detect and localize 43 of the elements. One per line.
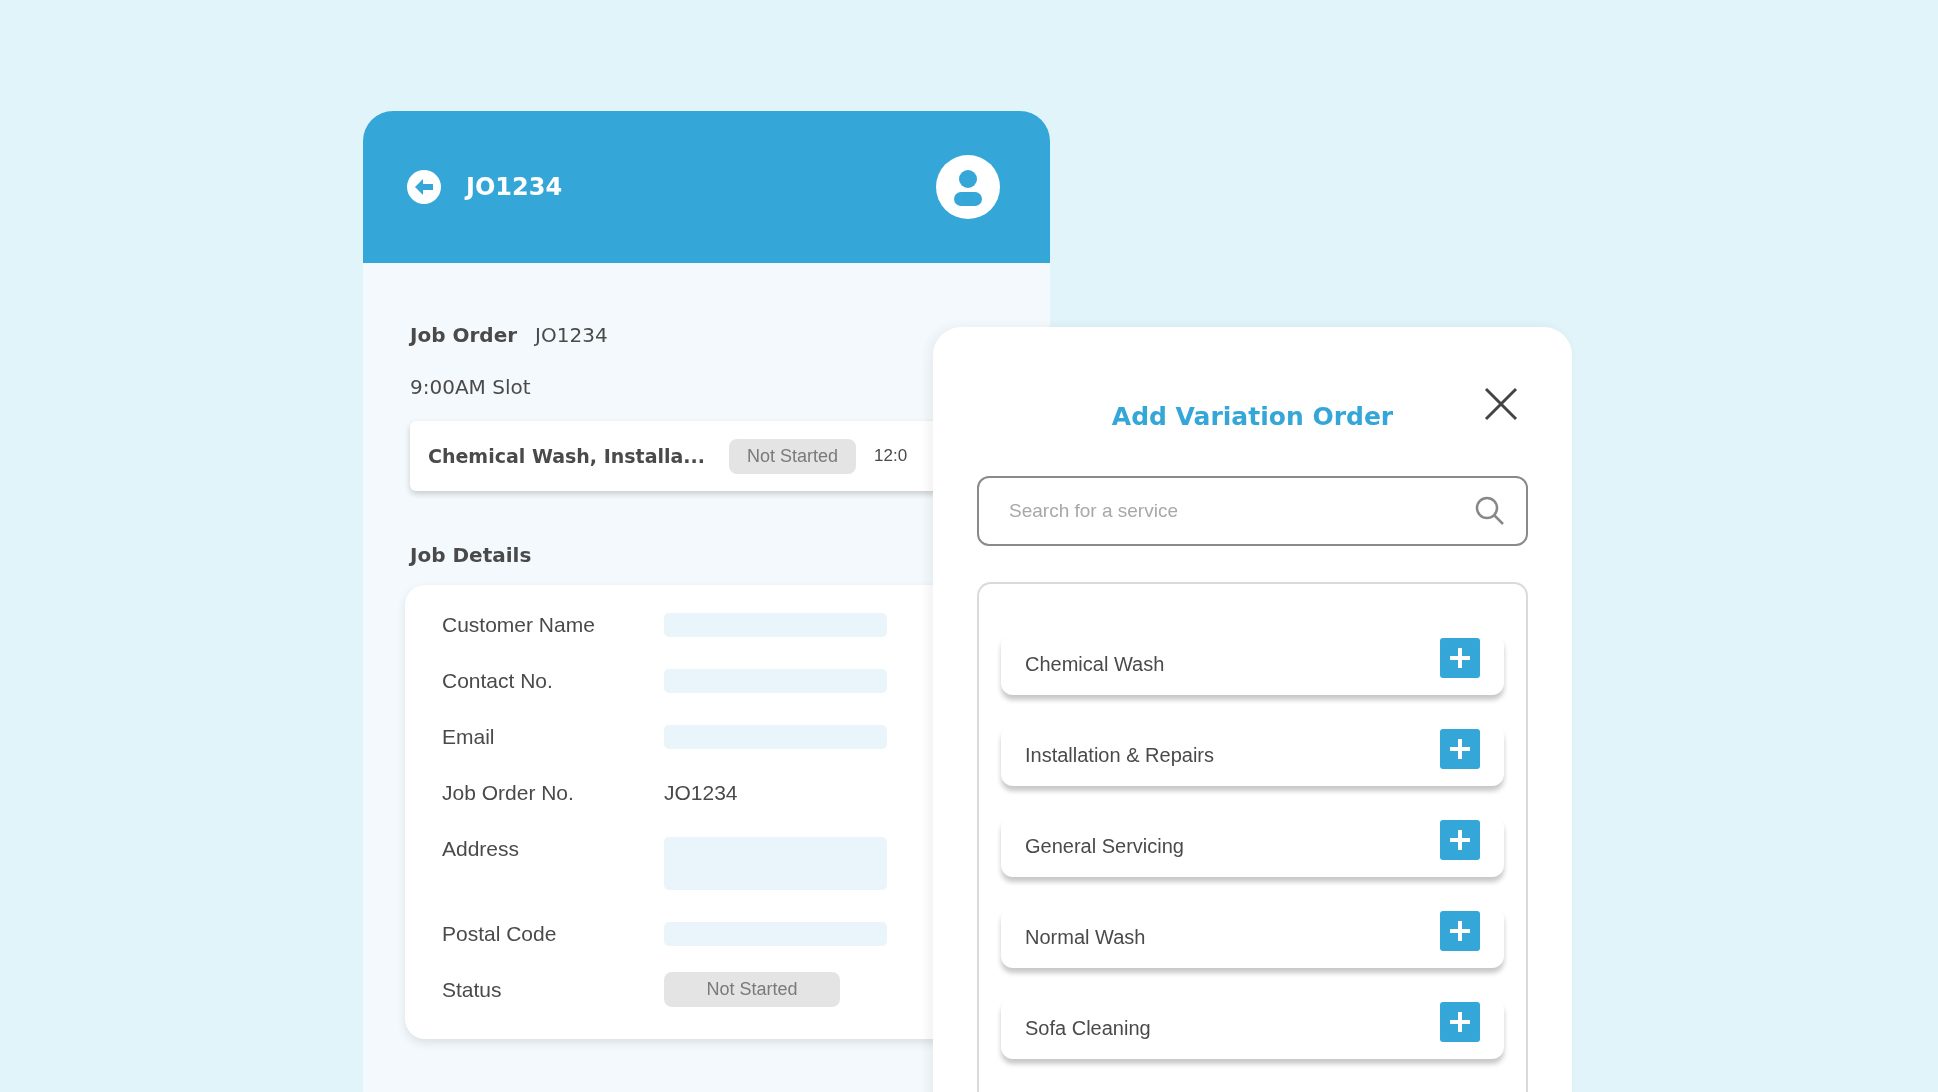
plus-icon bbox=[1448, 918, 1472, 943]
job-order-value: JO1234 bbox=[535, 323, 608, 347]
field-label: Email bbox=[442, 725, 496, 749]
field-label: Postal Code bbox=[442, 922, 558, 946]
service-label: Normal Wash bbox=[1025, 926, 1146, 949]
service-label: Installation & Repairs bbox=[1025, 744, 1214, 767]
plus-icon bbox=[1448, 736, 1472, 761]
add-button[interactable] bbox=[1440, 910, 1480, 951]
field-label: Job Order No. bbox=[442, 781, 575, 805]
service-item[interactable]: Installation & Repairs bbox=[1001, 725, 1504, 786]
avatar-icon[interactable] bbox=[936, 155, 1000, 219]
job-order-label: Job Order bbox=[410, 323, 518, 347]
add-button[interactable] bbox=[1440, 637, 1480, 678]
back-icon[interactable] bbox=[407, 170, 441, 204]
screen-title: JO1234 bbox=[466, 173, 564, 201]
field-value: JO1234 bbox=[664, 781, 739, 805]
search-field[interactable]: Search for a service bbox=[977, 476, 1528, 546]
service-item[interactable]: Normal Wash bbox=[1001, 907, 1504, 968]
plus-icon bbox=[1448, 827, 1472, 852]
field-label: Status bbox=[442, 978, 503, 1002]
field-label: Address bbox=[442, 837, 521, 861]
modal-title: Add Variation Order bbox=[1111, 402, 1394, 431]
plus-icon bbox=[1448, 645, 1472, 670]
add-button[interactable] bbox=[1440, 819, 1480, 860]
search-icon[interactable] bbox=[1474, 495, 1506, 527]
status-badge: Not Started bbox=[728, 438, 856, 474]
add-button[interactable] bbox=[1440, 1001, 1480, 1042]
field-label: Customer Name bbox=[442, 613, 596, 637]
plus-icon bbox=[1448, 1009, 1472, 1034]
status-badge: Not Started bbox=[664, 972, 840, 1007]
job-time: 12:0 bbox=[874, 446, 908, 466]
slot-label: 9:00AM Slot bbox=[410, 375, 532, 399]
service-label: Chemical Wash bbox=[1025, 653, 1165, 676]
service-item[interactable]: Sofa Cleaning bbox=[1001, 998, 1504, 1059]
field-label: Contact No. bbox=[442, 669, 554, 693]
section-title: Job Details bbox=[410, 543, 533, 567]
service-item[interactable]: Chemical Wash bbox=[1001, 634, 1504, 695]
service-label: General Servicing bbox=[1025, 835, 1184, 858]
service-item[interactable]: General Servicing bbox=[1001, 816, 1504, 877]
add-button[interactable] bbox=[1440, 728, 1480, 769]
close-icon[interactable] bbox=[1484, 387, 1518, 421]
service-label: Sofa Cleaning bbox=[1025, 1017, 1151, 1040]
job-card-title: Chemical Wash, Installa... bbox=[428, 445, 705, 467]
